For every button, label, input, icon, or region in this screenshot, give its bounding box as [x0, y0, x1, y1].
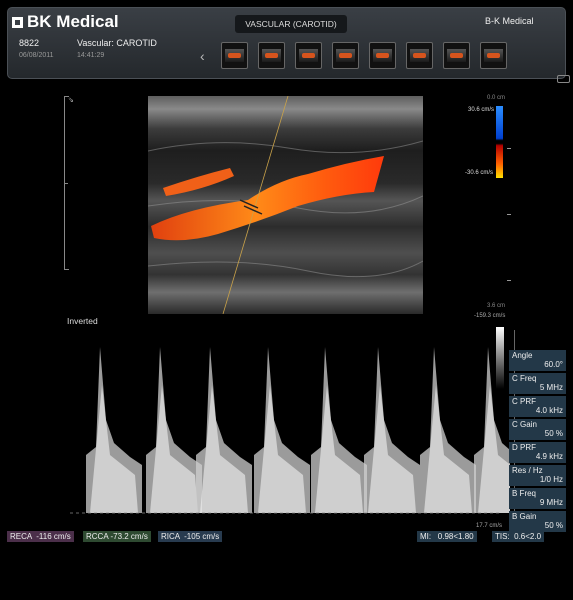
mi-readout: MI: 0.98<1.80 [417, 531, 477, 542]
flow-upper-vessel [163, 168, 234, 196]
clinic-name: B-K Medical [485, 16, 534, 26]
brand-logo: BK Medical [12, 12, 119, 32]
exam-type-title: VASCULAR (CAROTID) [235, 15, 347, 33]
spectral-velocity-bottom: 17.7 cm/s [476, 523, 503, 529]
depth-bracket-tick [64, 183, 68, 184]
thumbnail[interactable] [221, 42, 248, 69]
thumbnail[interactable] [258, 42, 285, 69]
param-b-gain: B Gain 50 % [509, 511, 566, 532]
thumbnail[interactable] [443, 42, 470, 69]
brand-name: BK Medical [27, 12, 119, 31]
logo-icon [12, 16, 23, 28]
header-bar: BK Medical 8822 06/08/2011 Vascular: CAR… [7, 7, 570, 83]
measurement-reca: RECA -116 cm/s [7, 531, 74, 542]
chevron-left-icon[interactable]: ‹ [200, 48, 205, 64]
tis-readout: TIS: 0.6<2.0 [492, 531, 545, 542]
depth-tick [507, 214, 511, 215]
color-velocity-min: -30.6 cm/s [465, 170, 494, 176]
param-c-freq: C Freq 5 MHz [509, 373, 566, 394]
param-d-prf: D PRF 4.9 kHz [509, 442, 566, 463]
spectral-waveform [70, 347, 510, 514]
param-c-gain: C Gain 50 % [509, 419, 566, 440]
thumbnail[interactable] [295, 42, 322, 69]
param-b-freq: B Freq 9 MHz [509, 488, 566, 509]
depth-tick [507, 280, 511, 281]
thumbnail[interactable] [369, 42, 396, 69]
measurement-rcca: RCCA -73.2 cm/s [83, 531, 151, 542]
thumbnail[interactable] [406, 42, 433, 69]
depth-bottom-label: 3.6 cm [487, 303, 506, 309]
exam-date: 06/08/2011 [19, 52, 54, 59]
color-velocity-scale [496, 106, 503, 178]
flow-lower-vessel [151, 156, 384, 241]
depth-top-label: 0.0 cm [487, 95, 506, 101]
exam-name: Vascular: CAROTID [77, 38, 157, 48]
param-res-hz: Res / Hz 1/0 Hz [509, 465, 566, 486]
exam-time: 14:41:29 [77, 52, 105, 59]
patient-id: 8822 [19, 38, 40, 48]
focus-marker-icon: ⇘ [68, 97, 74, 104]
measurement-rica: RICA -105 cm/s [158, 531, 223, 542]
color-velocity-max: 30.6 cm/s [468, 107, 495, 113]
param-c-prf: C PRF 4.0 kHz [509, 396, 566, 417]
param-angle: Angle 60.0° [509, 350, 566, 371]
color-doppler-image [148, 96, 423, 314]
flow-overlay [148, 96, 423, 314]
spectral-velocity-top: -159.3 cm/s [474, 313, 506, 319]
thumbnail[interactable] [480, 42, 507, 69]
thumbnail[interactable] [332, 42, 359, 69]
depth-tick [507, 148, 511, 149]
collapse-button[interactable] [557, 75, 570, 83]
